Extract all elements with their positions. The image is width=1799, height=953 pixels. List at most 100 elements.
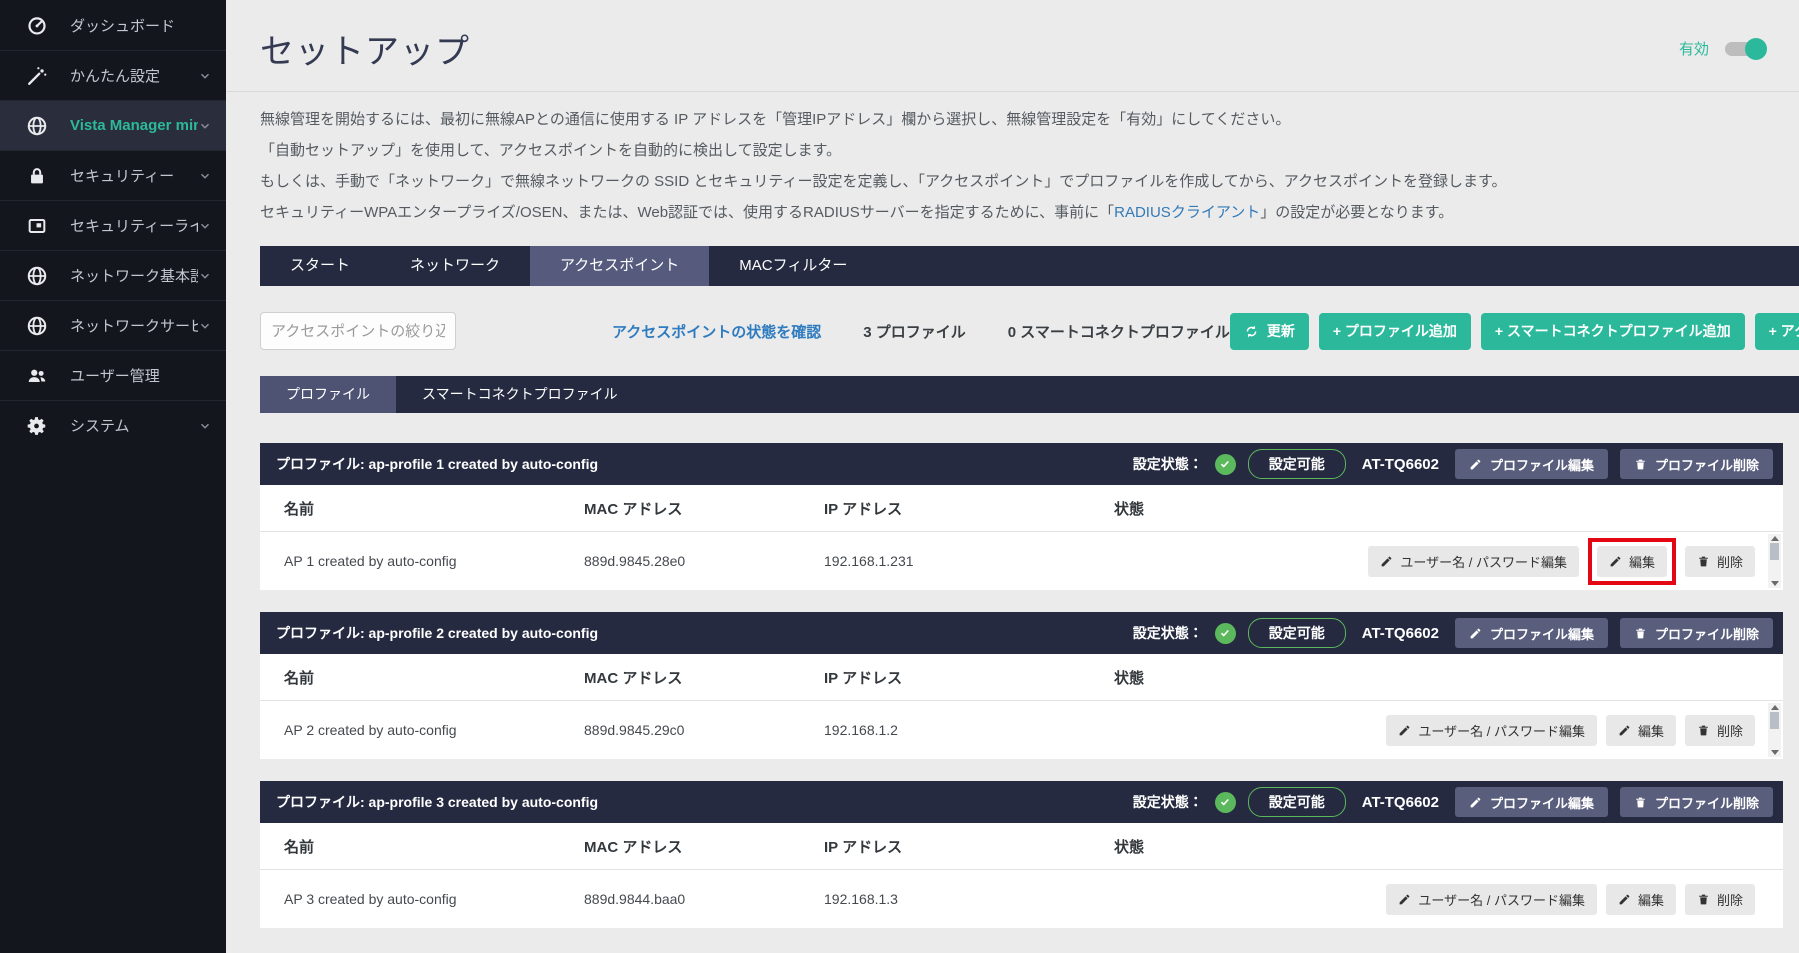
delete-ap-button[interactable]: 削除 [1685, 715, 1755, 746]
edit-username-password-button[interactable]: ユーザー名 / パスワード編集 [1386, 715, 1597, 746]
sidebar-item-security[interactable]: セキュリティー [0, 150, 226, 200]
column-ip: IP アドレス [800, 667, 1090, 688]
check-icon [1215, 454, 1236, 475]
trash-icon [1697, 893, 1710, 906]
scroll-up-icon[interactable] [1771, 705, 1779, 710]
add-smart-connect-profile-button[interactable]: + スマートコネクトプロファイル追加 [1481, 313, 1745, 350]
profile-delete-label: プロファイル削除 [1655, 455, 1759, 474]
add-access-point-button[interactable]: + アクセスポイント追加 [1755, 313, 1799, 350]
edit-ap-button[interactable]: 編集 [1597, 546, 1667, 577]
profile-edit-label: プロファイル編集 [1490, 793, 1594, 812]
ap-ip: 192.168.1.231 [800, 553, 1090, 569]
users-icon [26, 365, 48, 387]
sidebar-item-label: セキュリティー [70, 165, 174, 186]
profile-edit-button[interactable]: プロファイル編集 [1455, 618, 1608, 648]
profile-delete-button[interactable]: プロファイル削除 [1620, 618, 1773, 648]
scroll-down-icon[interactable] [1771, 750, 1779, 755]
globe-icon [26, 315, 48, 337]
sidebar-item-security-license[interactable]: セキュリティーライセ... [0, 200, 226, 250]
profile-section-3: プロファイル: ap-profile 3 created by auto-con… [260, 781, 1783, 928]
scroll-up-icon[interactable] [1771, 536, 1779, 541]
profile-delete-button[interactable]: プロファイル削除 [1620, 787, 1773, 817]
edit-ap-button[interactable]: 編集 [1606, 884, 1676, 915]
refresh-button[interactable]: 更新 [1230, 313, 1309, 350]
scroll-down-icon[interactable] [1771, 581, 1779, 586]
edit-ap-button[interactable]: 編集 [1606, 715, 1676, 746]
delete-ap-button[interactable]: 削除 [1685, 546, 1755, 577]
profile-header: プロファイル: ap-profile 3 created by auto-con… [260, 781, 1783, 823]
sidebar-item-label: ネットワークサービス [70, 315, 198, 336]
sidebar-item-label: セキュリティーライセ... [70, 215, 198, 236]
profile-edit-label: プロファイル編集 [1490, 455, 1594, 474]
edit-username-password-button[interactable]: ユーザー名 / パスワード編集 [1386, 884, 1597, 915]
app-window: ダッシュボード かんたん設定 Vista Manager mini [0, 0, 1799, 953]
profile-delete-button[interactable]: プロファイル削除 [1620, 449, 1773, 479]
sidebar: ダッシュボード かんたん設定 Vista Manager mini [0, 0, 226, 953]
column-name: 名前 [260, 498, 560, 519]
description-text: セキュリティーWPAエンタープライズ/OSEN、または、Web認証では、使用する… [260, 204, 1114, 221]
profile-count: 3 プロファイル [863, 321, 966, 342]
add-profile-button[interactable]: + プロファイル追加 [1319, 313, 1471, 350]
table-row: AP 1 created by auto-config 889d.9845.28… [260, 532, 1783, 590]
radius-client-link[interactable]: RADIUSクライアント [1114, 204, 1260, 221]
chevron-down-icon [198, 319, 212, 333]
subtab-smart-connect-profile[interactable]: スマートコネクトプロファイル [396, 376, 644, 413]
column-status: 状態 [1090, 836, 1290, 857]
column-mac: MAC アドレス [560, 667, 800, 688]
edit-username-password-label: ユーザー名 / パスワード編集 [1400, 552, 1567, 571]
trash-icon [1634, 627, 1647, 640]
delete-ap-button[interactable]: 削除 [1685, 884, 1755, 915]
profile-title: プロファイル: ap-profile 1 created by auto-con… [276, 454, 598, 474]
setup-description: 無線管理を開始するには、最初に無線APとの通信に使用する IP アドレスを「管理… [226, 92, 1799, 238]
trash-icon [1634, 458, 1647, 471]
table-scrollbar[interactable] [1768, 534, 1781, 588]
chevron-down-icon [198, 119, 212, 133]
delete-ap-label: 削除 [1717, 721, 1743, 740]
tab-access-point[interactable]: アクセスポイント [530, 246, 709, 286]
red-highlight-annotation: 編集 [1588, 538, 1676, 585]
license-icon [26, 215, 48, 237]
profile-edit-button[interactable]: プロファイル編集 [1455, 787, 1608, 817]
sidebar-item-vista-manager-mini[interactable]: Vista Manager mini [0, 100, 226, 150]
trash-icon [1697, 724, 1710, 737]
config-status-label: 設定状態： [1133, 454, 1203, 474]
pencil-icon [1618, 893, 1631, 906]
toggle-knob [1745, 38, 1767, 60]
ap-filter-input[interactable] [260, 312, 456, 350]
subtab-profile[interactable]: プロファイル [260, 376, 396, 413]
ap-toolbar: アクセスポイントの状態を確認 3 プロファイル 0 スマートコネクトプロファイル… [226, 286, 1799, 376]
tab-mac-filter[interactable]: MACフィルター [709, 246, 877, 286]
tab-start[interactable]: スタート [260, 246, 380, 286]
table-scrollbar[interactable] [1768, 703, 1781, 757]
sidebar-item-system[interactable]: システム [0, 400, 226, 450]
sidebar-item-dashboard[interactable]: ダッシュボード [0, 0, 226, 50]
sidebar-item-network-services[interactable]: ネットワークサービス [0, 300, 226, 350]
check-ap-status-link[interactable]: アクセスポイントの状態を確認 [612, 321, 821, 342]
profile-delete-label: プロファイル削除 [1655, 624, 1759, 643]
table-header: 名前 MAC アドレス IP アドレス 状態 [260, 485, 1783, 532]
ap-name: AP 2 created by auto-config [260, 722, 560, 738]
description-text: 」の設定が必要となります。 [1260, 204, 1453, 221]
status-badge[interactable]: 設定可能 [1248, 618, 1346, 648]
description-line: 「自動セットアップ」を使用して、アクセスポイントを自動的に検出して設定します。 [260, 135, 1769, 166]
sidebar-item-network-basic[interactable]: ネットワーク基本設定 [0, 250, 226, 300]
edit-username-password-button[interactable]: ユーザー名 / パスワード編集 [1368, 546, 1579, 577]
column-name: 名前 [260, 836, 560, 857]
status-badge[interactable]: 設定可能 [1248, 449, 1346, 479]
sidebar-item-user-management[interactable]: ユーザー管理 [0, 350, 226, 400]
sidebar-item-label: かんたん設定 [70, 65, 160, 86]
scrollbar-thumb[interactable] [1770, 712, 1779, 729]
ap-table: 名前 MAC アドレス IP アドレス 状態 AP 3 created by a… [260, 823, 1783, 928]
sidebar-item-easy-setup[interactable]: かんたん設定 [0, 50, 226, 100]
gauge-icon [26, 14, 48, 36]
tab-network[interactable]: ネットワーク [380, 246, 530, 286]
globe-icon [26, 115, 48, 137]
wireless-enable-toggle[interactable] [1723, 38, 1767, 60]
column-status: 状態 [1090, 498, 1290, 519]
edit-ap-label: 編集 [1638, 890, 1664, 909]
status-badge[interactable]: 設定可能 [1248, 787, 1346, 817]
pencil-icon [1609, 555, 1622, 568]
scrollbar-thumb[interactable] [1770, 543, 1779, 560]
profile-edit-button[interactable]: プロファイル編集 [1455, 449, 1608, 479]
pencil-icon [1380, 555, 1393, 568]
